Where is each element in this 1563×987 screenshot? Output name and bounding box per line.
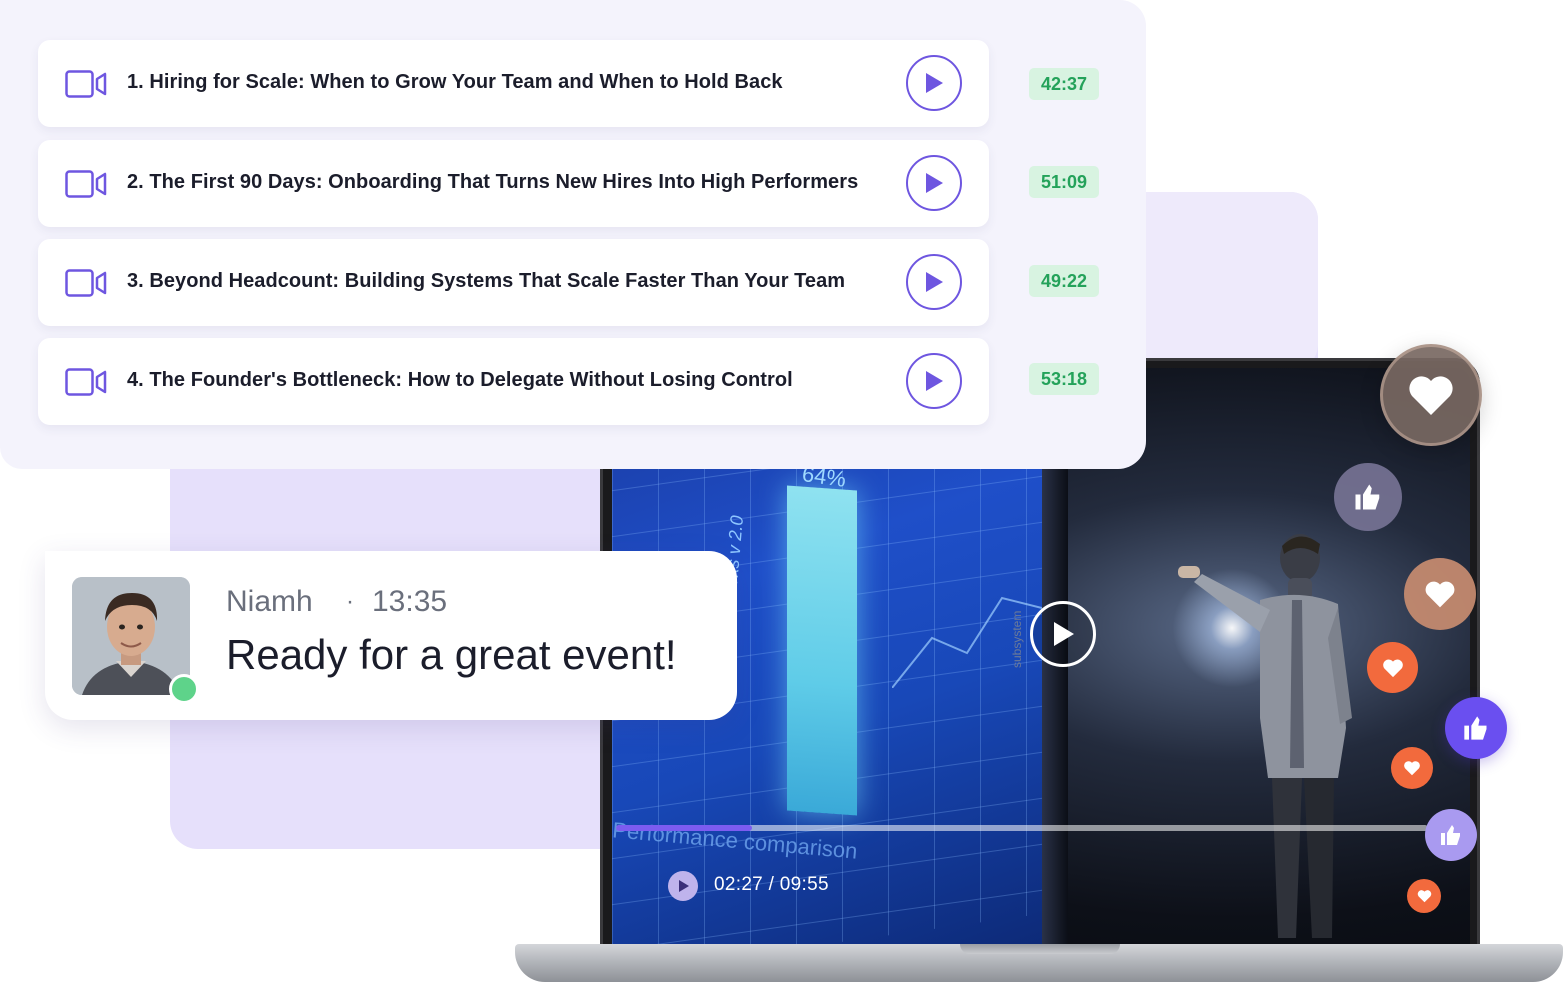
lesson-title[interactable]: 4. The Founder's Bottleneck: How to Dele… — [127, 369, 793, 392]
lesson-item[interactable]: 1. Hiring for Scale: When to Grow Your T… — [38, 40, 989, 127]
lesson-item[interactable]: 4. The Founder's Bottleneck: How to Dele… — [38, 338, 989, 425]
avatar — [72, 577, 190, 695]
lesson-play-button[interactable] — [906, 353, 962, 409]
video-time-display: 02:27 / 09:55 — [714, 874, 829, 895]
thumbs-up-icon — [1441, 825, 1460, 845]
lesson-item[interactable]: 2. The First 90 Days: Onboarding That Tu… — [38, 140, 989, 227]
heart-icon — [1425, 581, 1455, 608]
lesson-duration-badge: 51:09 — [1029, 166, 1099, 198]
heart-icon — [1409, 376, 1453, 415]
online-status-indicator — [169, 674, 199, 704]
lesson-play-button[interactable] — [906, 155, 962, 211]
reaction-heart — [1404, 558, 1476, 630]
avatar-portrait — [72, 577, 190, 695]
presenter-figure — [1178, 534, 1352, 938]
lesson-duration-badge: 53:18 — [1029, 363, 1099, 395]
heart-icon — [1382, 659, 1403, 677]
lesson-playlist: 1. Hiring for Scale: When to Grow Your T… — [0, 0, 1146, 469]
reaction-like — [1334, 463, 1402, 531]
heart-icon — [1417, 890, 1431, 903]
play-icon — [926, 173, 943, 193]
reaction-like — [1425, 809, 1477, 861]
heart-icon — [1404, 761, 1420, 776]
chat-timestamp: 13:35 — [372, 585, 448, 618]
lesson-duration-badge: 49:22 — [1029, 265, 1099, 297]
screen-side-label: subsystem — [1010, 610, 1024, 668]
thumbs-up-icon — [1355, 484, 1380, 510]
chat-author-name: Niamh — [226, 585, 313, 618]
chat-separator: · — [346, 588, 354, 615]
lesson-title[interactable]: 3. Beyond Headcount: Building Systems Th… — [127, 270, 845, 293]
reaction-heart-large — [1380, 344, 1482, 446]
chat-message-text: Ready for a great event! — [226, 631, 677, 678]
play-icon — [679, 880, 689, 892]
lesson-play-button[interactable] — [906, 55, 962, 111]
video-camera-icon — [65, 170, 107, 198]
video-camera-icon — [65, 269, 107, 297]
play-icon — [1054, 622, 1074, 646]
lesson-title[interactable]: 1. Hiring for Scale: When to Grow Your T… — [127, 71, 783, 94]
lesson-title[interactable]: 2. The First 90 Days: Onboarding That Tu… — [127, 171, 858, 194]
video-progress-fill — [616, 825, 753, 831]
reaction-heart — [1407, 879, 1441, 913]
thumbs-up-icon — [1464, 716, 1487, 740]
video-progress-bar[interactable] — [616, 825, 1428, 831]
projected-bar — [787, 485, 857, 816]
control-play-button[interactable] — [668, 871, 698, 901]
lesson-duration-badge: 42:37 — [1029, 68, 1099, 100]
play-icon — [926, 73, 943, 93]
reaction-heart — [1391, 747, 1433, 789]
reaction-heart — [1367, 642, 1418, 693]
play-icon — [926, 371, 943, 391]
reaction-like — [1445, 697, 1507, 759]
lesson-play-button[interactable] — [906, 254, 962, 310]
video-camera-icon — [65, 368, 107, 396]
play-icon — [926, 272, 943, 292]
video-camera-icon — [65, 70, 107, 98]
lesson-item[interactable]: 3. Beyond Headcount: Building Systems Th… — [38, 239, 989, 326]
video-play-button[interactable] — [1030, 601, 1096, 667]
